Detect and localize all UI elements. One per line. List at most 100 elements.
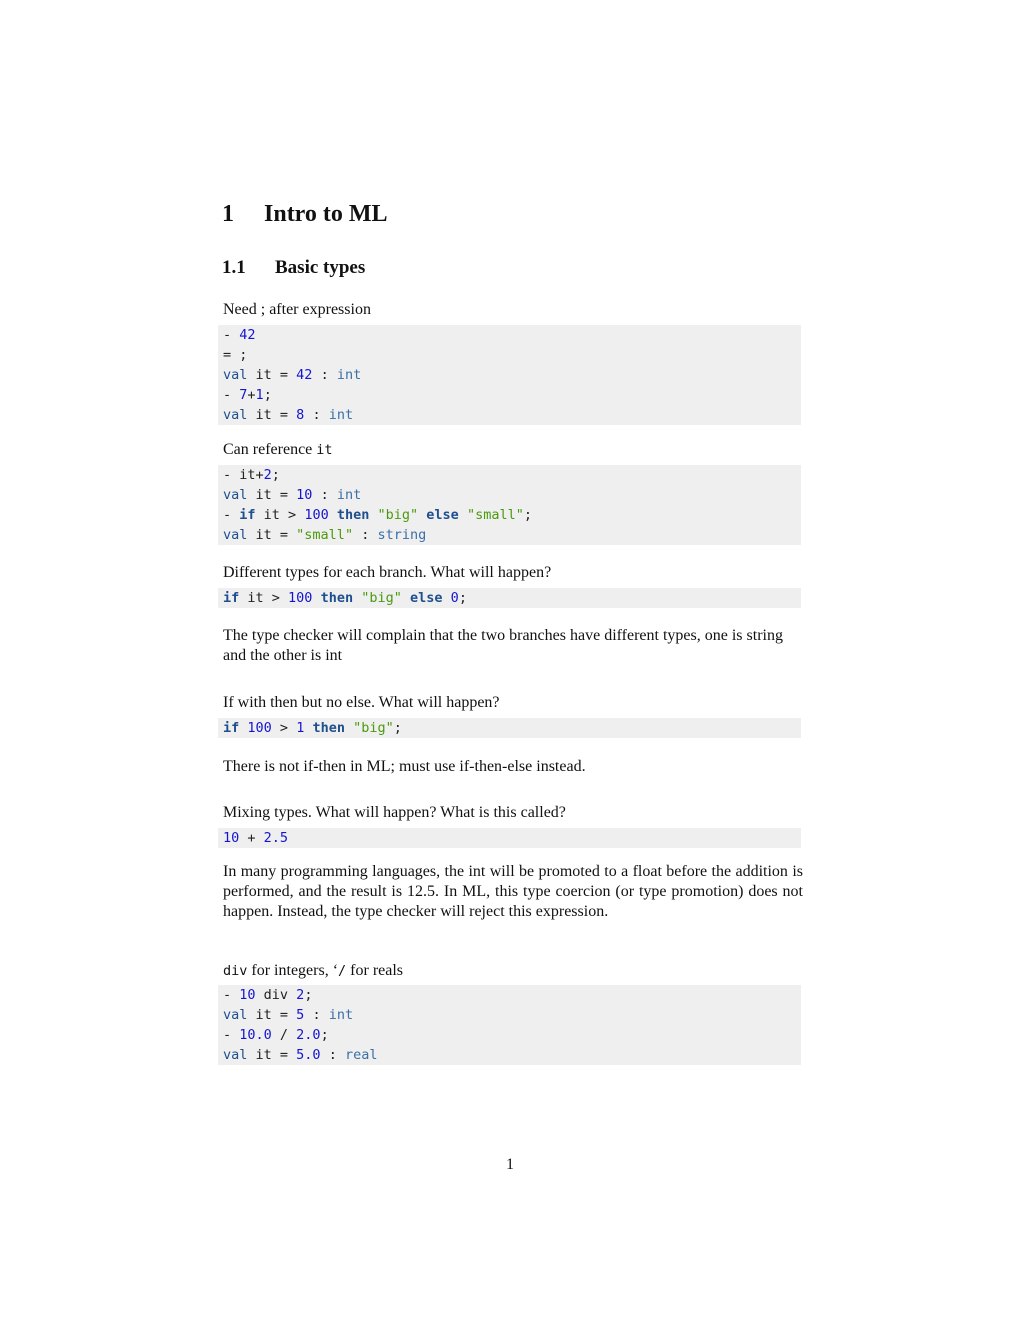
code-line: val it = 42 : int — [223, 365, 801, 385]
code-line: 10 + 2.5 — [223, 828, 801, 848]
keyword-token: else — [426, 507, 459, 523]
plain-token: : — [312, 367, 337, 383]
code-block: if 100 > 1 then "big"; — [218, 718, 801, 738]
plain-token: div — [255, 987, 297, 1003]
answer-text: In many programming languages, the int w… — [223, 863, 803, 920]
number-token: 100 — [304, 507, 329, 523]
plain-token: + — [239, 830, 264, 846]
plain-token: it = — [247, 1007, 297, 1023]
type-token: string — [377, 527, 427, 543]
code-line: if it > 100 then "big" else 0; — [223, 588, 801, 608]
caption: If with then but no else. What will happ… — [223, 694, 500, 711]
number-token: 2.5 — [263, 830, 289, 846]
code-line: - 10 div 2; — [223, 985, 801, 1005]
plain-token: ; — [271, 467, 280, 483]
plain-token: - — [223, 327, 240, 343]
keyword-token: if — [223, 590, 240, 606]
code-block: - 42 = ; val it = 42 : int - 7+1; val it = 8… — [218, 325, 801, 425]
code-line: = ; — [223, 345, 801, 365]
plain-token: : — [320, 1047, 345, 1063]
string-token: "big" — [361, 590, 402, 606]
number-token: 42 — [239, 327, 256, 343]
caption-text: for reals — [346, 962, 404, 979]
plain-token: ; — [393, 720, 402, 736]
keyword-token: else — [410, 590, 443, 606]
plain-token: : — [353, 527, 378, 543]
number-token: 10 — [239, 987, 256, 1003]
plain-token: it = — [247, 1047, 297, 1063]
plain-token: it = — [247, 527, 297, 543]
inline-code: div — [223, 963, 248, 979]
code-line: if 100 > 1 then "big"; — [223, 718, 801, 738]
plain-token: ; — [304, 987, 313, 1003]
code-line: - it+2; — [223, 465, 801, 485]
number-token: 10 — [223, 830, 240, 846]
plain-token: ; — [263, 387, 272, 403]
type-token: int — [336, 487, 362, 503]
plain-token: it > — [239, 590, 289, 606]
page-number: 1 — [506, 1156, 514, 1173]
plain-token: it = — [247, 407, 297, 423]
keyword-token: if — [239, 507, 256, 523]
plain-token: ; — [523, 507, 532, 523]
string-token: "big" — [377, 507, 419, 523]
section-number: 1 — [222, 201, 234, 227]
caption: div for integers, ‘/ for reals — [223, 961, 803, 981]
caption: Can reference it — [223, 440, 803, 460]
subsection-number: 1.1 — [222, 257, 246, 278]
code-line: val it = "small" : string — [223, 525, 801, 545]
plain-token: - — [223, 387, 240, 403]
keyword-token: val — [223, 367, 248, 383]
caption: Mixing types. What will happen? What is … — [223, 804, 566, 821]
plain-token: = ; — [223, 347, 248, 363]
plain-token: - it+ — [223, 467, 264, 483]
number-token: 5.0 — [296, 1047, 321, 1063]
plain-token: : — [304, 407, 329, 423]
keyword-token: val — [223, 527, 248, 543]
keyword-token: val — [223, 407, 248, 423]
plain-token: it = — [247, 367, 297, 383]
plain-token: : — [304, 1007, 329, 1023]
inline-code: it — [316, 442, 333, 458]
subsection-title: Basic types — [275, 257, 366, 278]
keyword-token: then — [320, 590, 354, 606]
number-token: 0 — [450, 590, 459, 606]
plain-token: ; — [458, 590, 467, 606]
caption: Different types for each branch. What wi… — [223, 564, 552, 581]
plain-token: it = — [247, 487, 297, 503]
code-line: - if it > 100 then "big" else "small"; — [223, 505, 801, 525]
keyword-token: val — [223, 487, 248, 503]
caption: Need ; after expression — [223, 301, 371, 318]
type-token: int — [328, 407, 354, 423]
section-title: Intro to ML — [264, 201, 388, 227]
code-line: val it = 5.0 : real — [223, 1045, 801, 1065]
type-token: int — [336, 367, 362, 383]
number-token: 100 — [288, 590, 313, 606]
number-token: 1 — [255, 387, 264, 403]
string-token: "big" — [353, 720, 394, 736]
section-heading: 1 Intro to ML — [222, 201, 388, 228]
number-token: 2 — [263, 467, 272, 483]
document-page: 1 Intro to ML 1.1 Basic types Need ; after… — [0, 0, 1020, 1320]
plain-token: + — [247, 387, 256, 403]
keyword-token: val — [223, 1047, 248, 1063]
caption-text: Can reference — [223, 441, 317, 458]
code-line: val it = 10 : int — [223, 485, 801, 505]
answer-text: The type checker will complain that the … — [223, 627, 783, 664]
inline-code: / — [338, 963, 347, 979]
code-block: - it+2; val it = 10 : int - if it > 100 th… — [218, 465, 801, 545]
plain-token: : — [312, 487, 337, 503]
caption-text: for integers, ‘ — [247, 962, 339, 979]
code-line: val it = 8 : int — [223, 405, 801, 425]
plain-token: - — [223, 1027, 240, 1043]
answer-text: There is not if-then in ML; must use if-… — [223, 758, 586, 775]
keyword-token: if — [223, 720, 240, 736]
number-token: 2.0 — [296, 1027, 321, 1043]
code-block: 10 + 2.5 — [218, 828, 801, 848]
